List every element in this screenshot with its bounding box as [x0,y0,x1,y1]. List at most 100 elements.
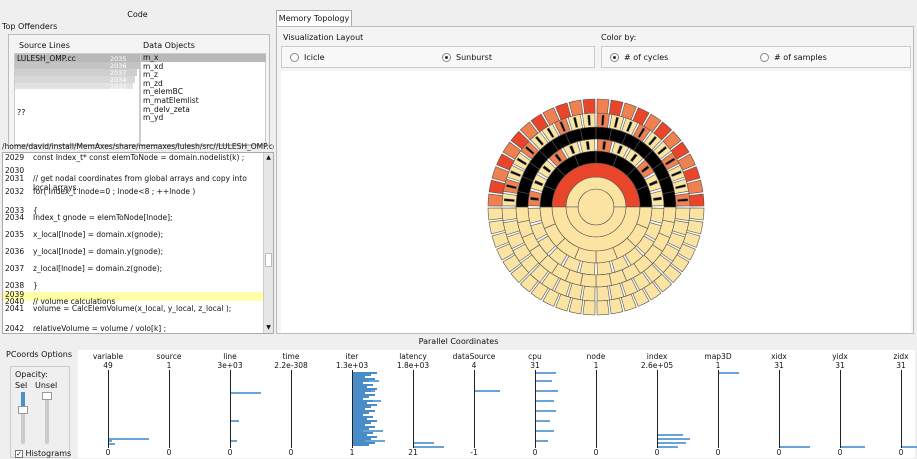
sunburst-segment[interactable] [650,207,665,224]
histogram-bar [536,400,554,402]
sunburst-radio[interactable]: Sunburst [442,53,492,62]
sunburst-segment[interactable] [568,99,584,117]
sel-slider[interactable] [18,392,28,444]
sunburst-segment[interactable] [579,261,596,276]
histogram-bar [536,420,550,422]
axis-line[interactable] [230,370,231,448]
sunburst-segment[interactable] [688,193,705,207]
sunburst-segment[interactable] [580,273,597,288]
sunburst-segment[interactable] [596,299,610,316]
scroll-up-icon[interactable]: ▲ [265,154,272,161]
scroll-down-icon[interactable]: ▼ [265,324,272,331]
axis-line[interactable] [657,370,658,448]
axis-line[interactable] [840,370,841,448]
axis-line[interactable] [779,370,780,448]
unknown-source[interactable]: ?? [17,108,26,117]
histogram-bar [475,390,500,392]
pcoords-canvas[interactable]: variable 49 0 source 1 0 line 3e+03 0 time 2.2e-30… [78,350,917,458]
cycles-radio[interactable]: # of cycles [610,53,668,62]
color-by-label: Color by: [601,33,637,42]
sunburst-segment[interactable] [595,126,612,141]
sunburst-segment[interactable] [596,285,610,302]
sunburst-segment[interactable] [596,98,610,115]
axis-min: 0 [776,448,782,457]
sunburst-canvas[interactable] [281,71,911,333]
histogram-bar [109,440,112,442]
axis-min: 0 [105,448,111,457]
unsel-slider-handle[interactable] [42,392,52,400]
sunburst-segment[interactable] [662,206,677,223]
histogram-bar [536,372,556,374]
axis-name: iter [345,352,359,361]
axis-line[interactable] [108,370,109,448]
sunburst-segment[interactable] [487,207,504,221]
sunburst-segment[interactable] [608,99,624,117]
axis-line[interactable] [474,370,475,448]
layout-group: Icicle Sunburst [281,46,595,68]
top-offenders-label: Top Offenders [2,22,58,31]
axis-max: 4 [471,361,477,370]
data-object-item[interactable]: m_yd [143,114,199,123]
sunburst-segment[interactable] [582,299,596,316]
sunburst-segment[interactable] [596,261,613,276]
sunburst-segment[interactable] [488,219,506,235]
histogram-bar [109,443,115,445]
axis-line[interactable] [413,370,414,448]
sunburst-segment[interactable] [527,207,542,224]
source-lines-list[interactable]: LULESH_OMP.cc 2035 2036 2037 2034 2033 ?… [14,53,140,145]
line-number: 2035 [5,230,25,239]
sunburst-segment[interactable] [688,207,705,221]
sunburst-chart[interactable] [281,71,911,333]
axis-line[interactable] [901,370,902,448]
radio-circle [610,53,619,62]
histogram-bar [536,380,552,382]
source-file-name: LULESH_OMP.cc [17,54,76,63]
tab-memory-topology[interactable]: Memory Topology [276,10,352,27]
code-scrollbar[interactable]: ▲ ▼ [263,153,273,333]
code-text: y_local[lnode] = domain.y(gnode); [33,247,164,256]
scroll-thumb[interactable] [265,253,272,267]
histograms-label: Histograms [25,449,72,458]
line-number: 2037 [5,264,25,273]
axis-name: map3D [704,352,732,361]
sel-slider-handle[interactable] [18,406,28,414]
axis-max: 49 [103,361,113,370]
histograms-checkbox[interactable]: ✓ Histograms [15,449,71,458]
histogram-bar [780,446,810,448]
sunburst-segment[interactable] [662,191,677,208]
sunburst-segment[interactable] [501,207,518,221]
sunburst-segment[interactable] [582,98,596,115]
sunburst-segment[interactable] [595,273,612,288]
axis-min: 0 [166,448,172,457]
sunburst-segment[interactable] [580,126,597,141]
data-objects-list[interactable]: m_x m_xd m_z m_zd m_elemBC m_matElemlist… [140,53,266,145]
code-editor[interactable]: 2029 const Index_t* const elemToNode = do… [2,152,274,334]
unsel-slider[interactable] [42,392,52,444]
sunburst-segment[interactable] [674,207,691,221]
axis-line[interactable] [596,370,597,448]
sunburst-segment[interactable] [686,219,704,235]
axis-name: xidx [771,352,787,361]
icicle-radio[interactable]: Icicle [290,53,325,62]
axis-min: 0 [715,448,721,457]
axis-line[interactable] [291,370,292,448]
histogram-bar [658,438,690,440]
sunburst-segment[interactable] [488,179,506,195]
sunburst-segment[interactable] [487,193,504,207]
samples-radio[interactable]: # of samples [760,53,827,62]
axis-min: 21 [408,448,418,457]
axis-line[interactable] [169,370,170,448]
sunburst-segment[interactable] [608,297,624,315]
sunburst-segment[interactable] [686,179,704,195]
axis-min: 0 [654,448,660,457]
axis-max: 2.6e+05 [640,361,674,370]
sunburst-segment[interactable] [582,285,596,302]
sunburst-segment[interactable] [568,297,584,315]
file-path: /home/david/install/MemAxes/share/memaxe… [2,142,274,151]
axis-min: 0 [532,448,538,457]
axis-line[interactable] [718,370,719,448]
line-number: 2042 [5,324,25,333]
sunburst-segment[interactable] [515,191,530,208]
sunburst-segment[interactable] [515,206,530,223]
line-number: 2041 [5,304,25,313]
